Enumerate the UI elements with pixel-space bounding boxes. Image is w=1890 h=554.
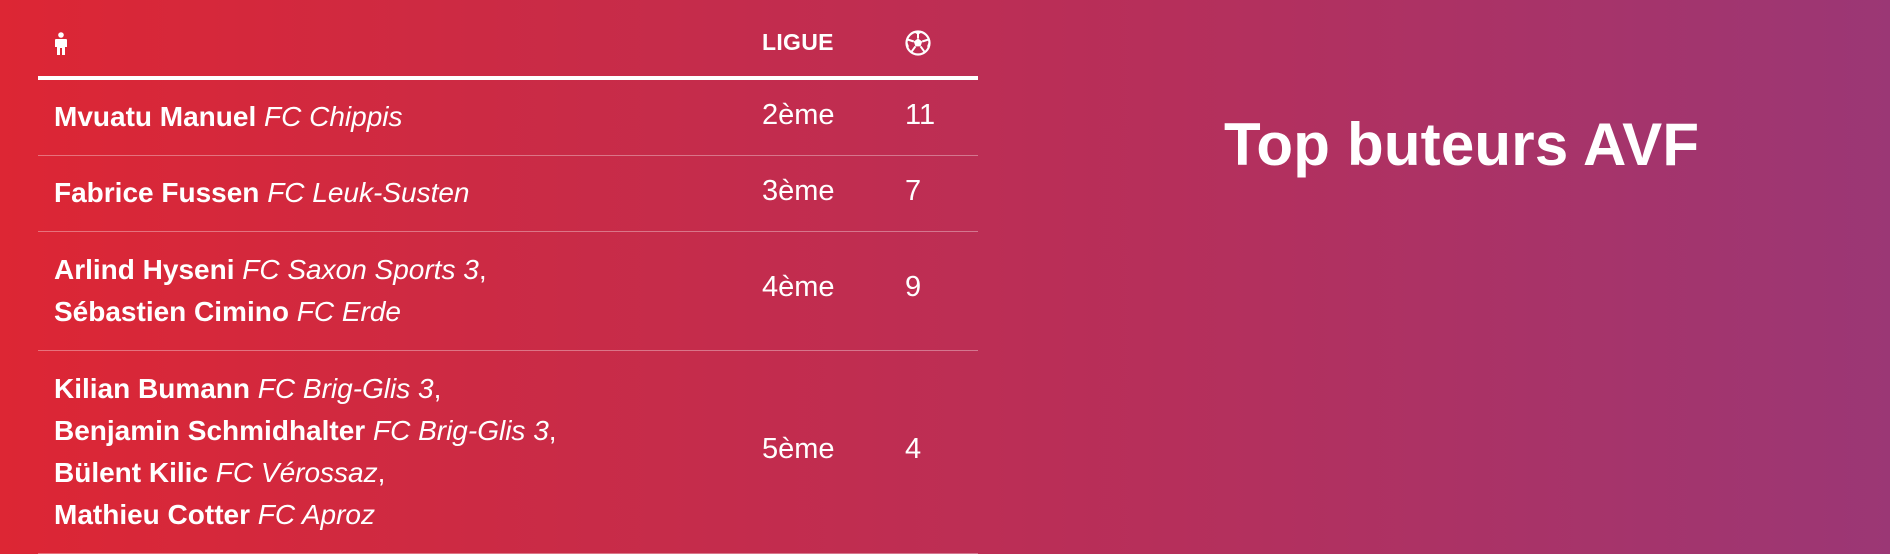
goals-cell: 9: [905, 271, 922, 303]
player-entry: Arlind Hyseni FC Saxon Sports 3,: [54, 249, 734, 291]
page-title: Top buteurs AVF: [1224, 111, 1700, 178]
player-name: Mathieu Cotter: [54, 499, 250, 530]
table-row: Arlind Hyseni FC Saxon Sports 3, Sébasti…: [38, 232, 978, 351]
player-entry: Benjamin Schmidhalter FC Brig-Glis 3,: [54, 410, 734, 452]
player-club: FC Saxon Sports 3: [242, 254, 479, 285]
player-name: Fabrice Fussen: [54, 177, 260, 208]
ligue-cell: 3ème: [762, 175, 835, 207]
player-entry: Fabrice Fussen FC Leuk-Susten: [54, 172, 734, 214]
player-club: FC Brig-Glis 3: [372, 415, 549, 446]
players-cell: Fabrice Fussen FC Leuk-Susten: [54, 172, 734, 214]
table-row: Fabrice Fussen FC Leuk-Susten 3ème 7: [38, 156, 978, 232]
table-row: Mvuatu Manuel FC Chippis 2ème 11: [38, 80, 978, 156]
ligue-cell: 5ème: [762, 433, 835, 465]
player-club: FC Aproz: [257, 499, 375, 530]
player-separator: ,: [433, 373, 442, 404]
player-club: FC Erde: [296, 296, 401, 327]
players-cell: Mvuatu Manuel FC Chippis: [54, 96, 734, 138]
player-separator: ,: [377, 457, 386, 488]
goals-cell: 4: [905, 433, 922, 465]
ligue-cell: 2ème: [762, 99, 835, 131]
player-name: Kilian Bumann: [54, 373, 251, 404]
ligue-cell: 4ème: [762, 271, 835, 303]
player-separator: ,: [548, 415, 557, 446]
player-name: Mvuatu Manuel: [54, 101, 257, 132]
player-entry: Mathieu Cotter FC Aproz: [54, 494, 734, 536]
player-entry: Kilian Bumann FC Brig-Glis 3,: [54, 368, 734, 410]
goals-cell: 7: [905, 175, 922, 207]
player-entry: Mvuatu Manuel FC Chippis: [54, 96, 734, 138]
soccer-ball-icon: [905, 30, 931, 56]
scorers-table: LIGUE Mvuatu Manuel FC Chippis 2ème 11 F…: [38, 0, 978, 554]
player-club: FC Chippis: [264, 101, 403, 132]
players-cell: Arlind Hyseni FC Saxon Sports 3, Sébasti…: [54, 249, 734, 333]
player-club: FC Vérossaz: [215, 457, 378, 488]
player-name: Arlind Hyseni: [54, 254, 235, 285]
player-name: Sébastien Cimino: [54, 296, 289, 327]
table-header: LIGUE: [38, 0, 978, 80]
person-icon: [55, 32, 67, 55]
player-entry: Sébastien Cimino FC Erde: [54, 291, 734, 333]
players-cell: Kilian Bumann FC Brig-Glis 3, Benjamin S…: [54, 368, 734, 536]
player-separator: ,: [478, 254, 487, 285]
column-header-ligue: LIGUE: [762, 29, 834, 55]
player-club: FC Leuk-Susten: [267, 177, 470, 208]
player-club: FC Brig-Glis 3: [257, 373, 434, 404]
player-entry: Bülent Kilic FC Vérossaz,: [54, 452, 734, 494]
player-name: Bülent Kilic: [54, 457, 209, 488]
goals-cell: 11: [905, 99, 936, 131]
player-name: Benjamin Schmidhalter: [54, 415, 366, 446]
table-row: Kilian Bumann FC Brig-Glis 3, Benjamin S…: [38, 351, 978, 554]
